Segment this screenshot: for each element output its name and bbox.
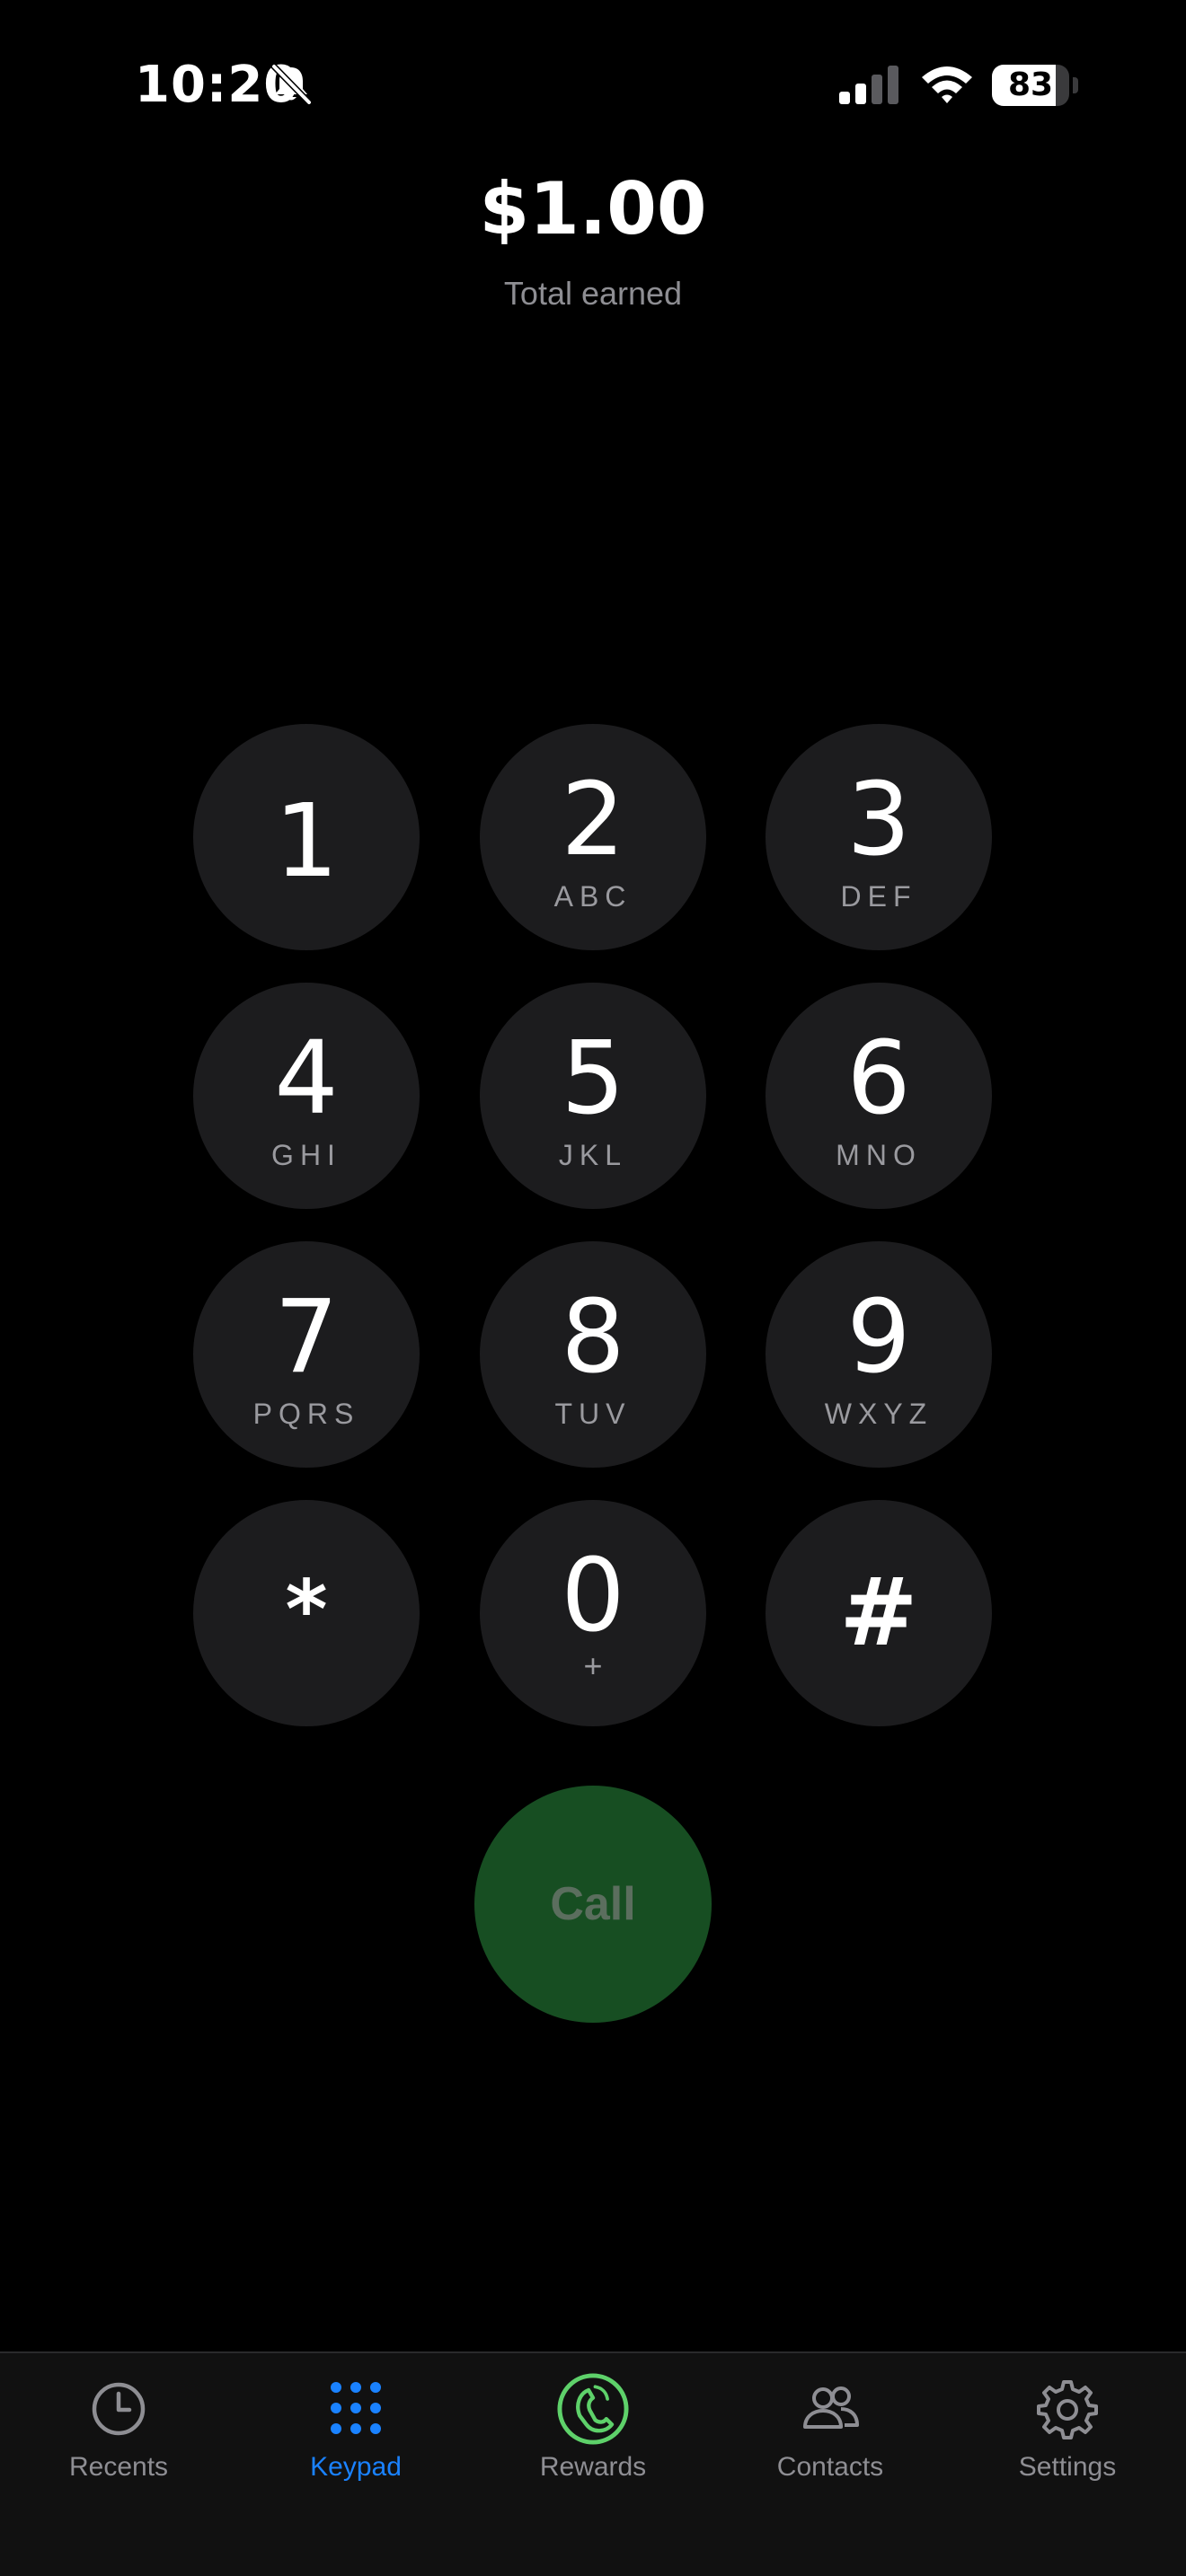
key-letters: TUV [554, 1398, 632, 1430]
key-digit: 2 [561, 762, 625, 878]
tab-recents[interactable]: Recents [0, 2353, 237, 2515]
key-digit: 8 [561, 1279, 625, 1396]
key-letters: PQRS [252, 1398, 360, 1430]
key-digit: 0 [561, 1538, 625, 1654]
key-7[interactable]: 7 PQRS [193, 1241, 420, 1468]
key-9[interactable]: 9 WXYZ [766, 1241, 992, 1468]
tab-bar: Recents Keypad Rewards Contacts Settings [0, 2351, 1186, 2576]
key-8[interactable]: 8 TUV [480, 1241, 706, 1468]
key-hash[interactable]: # [766, 1500, 992, 1726]
tab-settings[interactable]: Settings [949, 2353, 1186, 2515]
tab-label: Rewards [539, 2452, 647, 2482]
key-letters: GHI [271, 1139, 341, 1171]
key-digit: 5 [561, 1020, 625, 1137]
people-icon [803, 2386, 859, 2429]
key-star[interactable]: * [193, 1500, 420, 1726]
key-3[interactable]: 3 DEF [766, 724, 992, 950]
clock-icon [92, 2382, 146, 2436]
call-button[interactable]: Call [474, 1786, 712, 2023]
key-0[interactable]: 0 + [480, 1500, 706, 1726]
tab-label: Keypad [310, 2452, 402, 2482]
key-letters: WXYZ [824, 1398, 934, 1430]
tab-label: Settings [1018, 2452, 1117, 2482]
phone-rewards-icon [557, 2373, 629, 2445]
key-digit: 4 [274, 1020, 339, 1137]
key-2[interactable]: 2 ABC [480, 724, 706, 950]
key-4[interactable]: 4 GHI [193, 983, 420, 1209]
key-1[interactable]: 1 [193, 724, 420, 950]
key-6[interactable]: 6 MNO [766, 983, 992, 1209]
tab-contacts[interactable]: Contacts [712, 2353, 949, 2515]
key-digit: # [839, 1557, 918, 1667]
key-digit: 1 [274, 783, 339, 900]
key-letters: + [583, 1647, 603, 1684]
tab-rewards[interactable]: Rewards [474, 2353, 712, 2515]
key-digit: 3 [846, 762, 911, 878]
key-letters: JKL [558, 1139, 628, 1171]
keypad: 1 2 ABC 3 DEF 4 GHI 5 JKL 6 MNO 7 PQRS 8 [0, 0, 1186, 1796]
call-button-label: Call [550, 1878, 636, 1930]
key-digit: * [285, 1563, 328, 1657]
key-digit: 9 [846, 1279, 911, 1396]
keypad-grid-icon [331, 2382, 381, 2434]
key-letters: ABC [553, 880, 633, 913]
dialer-screen: 10:20 83 $1.00 Total earned 1 2 ABC 3 DE… [0, 0, 1186, 2576]
gear-icon [1037, 2380, 1098, 2439]
tab-label: Contacts [776, 2452, 884, 2482]
key-letters: DEF [840, 880, 917, 913]
key-letters: MNO [836, 1139, 922, 1171]
key-digit: 7 [274, 1279, 339, 1396]
key-digit: 6 [846, 1020, 911, 1137]
tab-keypad[interactable]: Keypad [237, 2353, 474, 2515]
key-5[interactable]: 5 JKL [480, 983, 706, 1209]
tab-label: Recents [68, 2452, 169, 2482]
